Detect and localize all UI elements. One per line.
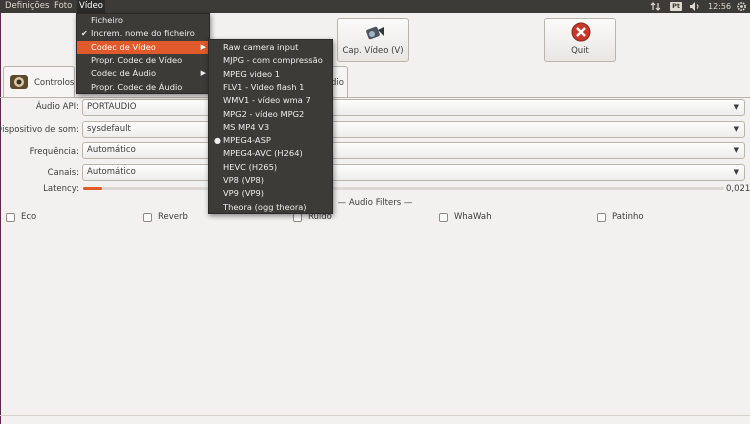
codec-item[interactable]: Theora (ogg theora) [209,201,332,214]
keyboard-layout-badge[interactable]: Pt [670,2,682,11]
codec-item[interactable]: MPEG video 1 [209,68,332,81]
codec-item[interactable]: MPG2 - vídeo MPG2 [209,108,332,121]
clock[interactable]: 12:56 [708,0,731,13]
menu-item-label: MPEG4-AVC (H264) [223,148,303,159]
menu-item-label: Theora (ogg theora) [223,201,307,212]
filter-reverb-label: Reverb [158,212,188,222]
codec-item[interactable]: FLV1 - Video flash 1 [209,81,332,94]
checkmark-icon: ✔ [81,29,88,39]
gear-icon[interactable] [736,0,747,13]
status-bar-divider [0,415,750,416]
menu-item-label: VP8 (VP8) [223,175,265,185]
video-menu-item-increm-nome[interactable]: ✔ Increm. nome do ficheiro [77,27,209,40]
video-camera-icon [364,22,386,47]
quit-label: Quit [571,46,589,56]
chevron-down-icon: ▼ [733,103,739,111]
latency-slider-fill [83,187,103,190]
menu-item-label: Propr. Codec de Vídeo [91,54,183,65]
audio-api-value: PORTAUDIO [87,102,137,112]
latency-label: Latency: [43,184,79,194]
webcam-icon [8,71,30,96]
menu-item-label: VP9 (VP9) [223,188,265,199]
menu-item-label: HEVC (H265) [223,161,278,172]
codec-item[interactable]: HEVC (H265) [209,161,332,174]
menu-item-label: Increm. nome do ficheiro [91,28,195,39]
frequency-select[interactable]: Automático ▼ [82,142,745,159]
codec-item[interactable]: MS MP4 V3 [209,121,332,134]
latency-value: 0,021 [726,184,750,194]
codec-item[interactable]: MJPG - com compressão [209,54,332,67]
audio-api-label: Áudio API: [35,102,79,112]
channels-label: Canais: [47,168,79,178]
checkbox-box [439,213,448,222]
close-icon [571,22,591,45]
tab-divider [0,97,750,98]
codec-item[interactable]: Raw camera input [209,41,332,54]
latency-slider[interactable] [83,187,724,190]
capture-video-label: Cap. Vídeo (V) [342,46,404,56]
chevron-down-icon: ▼ [733,146,739,154]
codec-video-submenu: Raw camera input MJPG - com compressão M… [208,39,333,214]
menu-video[interactable]: Vídeo [77,0,106,13]
sound-device-label: Dispositivo de som: [0,125,79,135]
menu-item-label: Codec de Áudio [91,68,157,79]
filter-eco-label: Eco [21,212,37,222]
channels-value: Automático [87,167,136,177]
top-panel: Definições Foto Vídeo Pt 12:56 [0,0,750,13]
radio-dot-icon: ● [214,136,221,146]
video-menu-item-codec-audio[interactable]: Codec de Áudio ▶ [77,67,209,80]
menu-item-label: FLV1 - Video flash 1 [223,81,305,92]
checkbox-box [293,213,302,222]
menu-item-label: MPEG video 1 [223,68,281,79]
video-menu-item-codec-video[interactable]: Codec de Vídeo ▶ [77,40,209,54]
filter-whawah-label: WhaWah [454,212,492,222]
network-icon[interactable] [650,0,662,13]
menu-item-label: MPG2 - vídeo MPG2 [223,108,305,119]
codec-item[interactable]: WMV1 - vídeo wma 7 [209,94,332,107]
frequency-label: Frequência: [29,147,79,157]
checkbox-box [597,213,606,222]
menu-item-label: WMV1 - vídeo wma 7 [223,95,311,106]
video-menu-item-propr-codec-audio[interactable]: Propr. Codec de Áudio [77,81,209,94]
menu-item-label: Codec de Vídeo [91,41,156,52]
sound-device-select[interactable]: sysdefault ▼ [82,121,745,138]
menu-item-label: MJPG - com compressão [223,55,323,66]
capture-video-button[interactable]: Cap. Vídeo (V) [337,18,409,62]
window-border [0,13,1,424]
video-menu-item-propr-codec-video[interactable]: Propr. Codec de Vídeo [77,54,209,67]
codec-item[interactable]: VP8 (VP8) [209,174,332,187]
audio-api-select[interactable]: PORTAUDIO ▼ [82,99,745,116]
codec-item[interactable]: MPEG4-AVC (H264) [209,147,332,160]
codec-item[interactable]: VP9 (VP9) [209,187,332,200]
menu-item-label: Raw camera input [223,42,299,52]
channels-select[interactable]: Automático ▼ [82,164,745,181]
video-menu: Ficheiro ✔ Increm. nome do ficheiro Code… [76,13,210,94]
checkbox-box [6,213,15,222]
checkbox-box [143,213,152,222]
chevron-down-icon: ▼ [733,125,739,133]
menu-item-label: Propr. Codec de Áudio [91,81,183,92]
menu-definicoes[interactable]: Definições [3,0,51,13]
submenu-arrow-icon: ▶ [200,69,206,78]
menu-item-label: MS MP4 V3 [223,121,270,132]
chevron-down-icon: ▼ [733,168,739,176]
menu-item-label: MPEG4-ASP [223,135,271,146]
volume-icon[interactable] [689,0,701,13]
sound-device-value: sysdefault [87,124,131,134]
tab-video-controls[interactable]: Controlos d [3,66,82,97]
menu-item-label: Ficheiro [91,15,124,25]
frequency-value: Automático [87,145,136,155]
audio-filters-title: — Audio Filters — [337,198,413,208]
codec-item-selected[interactable]: ● MPEG4-ASP [209,134,332,147]
submenu-arrow-icon: ▶ [200,42,206,51]
menu-foto[interactable]: Foto [52,0,74,13]
quit-button[interactable]: Quit [544,18,616,62]
filter-patinho-label: Patinho [612,212,644,222]
video-menu-item-ficheiro[interactable]: Ficheiro [77,14,209,27]
